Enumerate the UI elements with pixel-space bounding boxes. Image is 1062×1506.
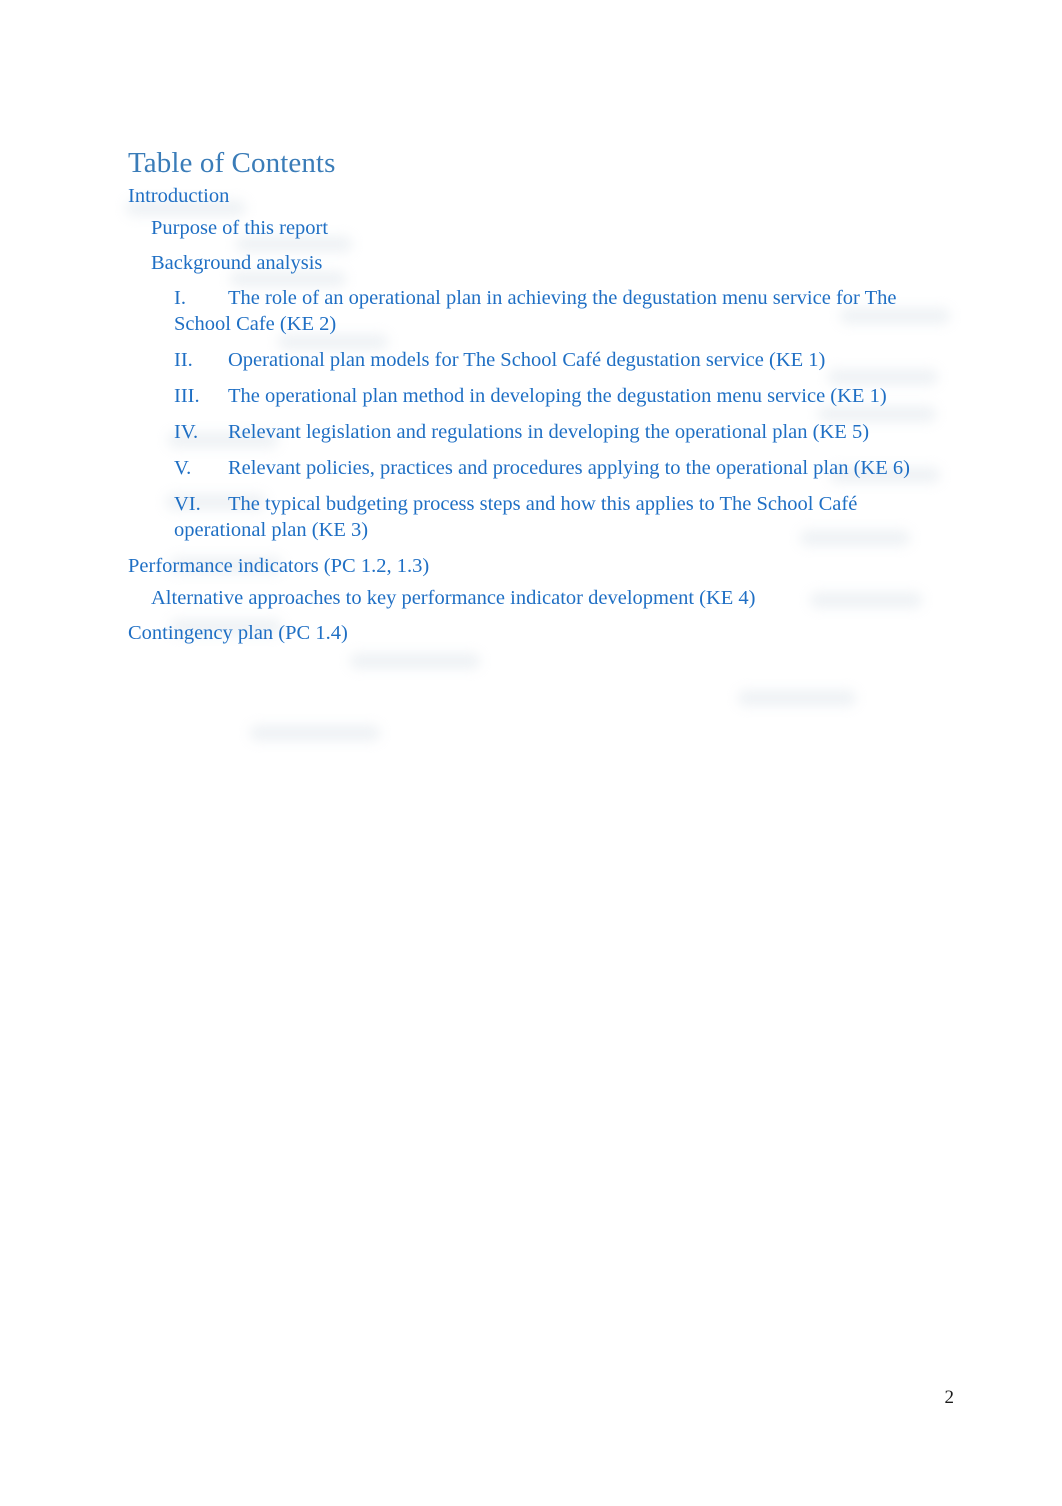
toc-entry-label: The typical budgeting process steps and … (174, 493, 858, 541)
toc-entry-label: Contingency plan (PC 1.4) (128, 622, 348, 644)
toc-entry-label: Alternative approaches to key performanc… (151, 587, 756, 609)
toc-entry-alternative-approaches[interactable]: Alternative approaches to key performanc… (128, 585, 934, 611)
toc-list: Introduction Purpose of this report Back… (128, 183, 934, 646)
toc-entry-number: I. (174, 287, 186, 309)
toc-entry-roman-iv[interactable]: IV. Relevant legislation and regulations … (128, 419, 934, 445)
toc-container: Table of Contents Introduction Purpose o… (128, 146, 934, 652)
toc-entry-background-analysis[interactable]: Background analysis (128, 250, 934, 276)
toc-entry-performance-indicators[interactable]: Performance indicators (PC 1.2, 1.3) (128, 553, 934, 579)
toc-entry-roman-i[interactable]: I. The role of an operational plan in ach… (128, 285, 934, 337)
toc-entry-number: V. (174, 457, 192, 479)
toc-entry-label: Introduction (128, 185, 230, 207)
toc-entry-roman-iii[interactable]: III. The operational plan method in devel… (128, 383, 934, 409)
toc-entry-roman-ii[interactable]: II. Operational plan models for The Schoo… (128, 347, 934, 373)
toc-entry-number: II. (174, 349, 193, 371)
redaction-smudge (250, 725, 380, 741)
toc-entry-roman-v[interactable]: V. Relevant policies, practices and proce… (128, 455, 934, 481)
toc-entry-number: III. (174, 385, 200, 407)
toc-entry-label: Purpose of this report (151, 217, 329, 239)
toc-entry-number: VI. (174, 493, 201, 515)
toc-entry-roman-vi[interactable]: VI. The typical budgeting process steps a… (128, 491, 934, 543)
toc-entry-contingency-plan[interactable]: Contingency plan (PC 1.4) (128, 620, 934, 646)
document-page: Table of Contents Introduction Purpose o… (0, 0, 1062, 1506)
toc-entry-purpose-of-this-report[interactable]: Purpose of this report (128, 215, 934, 241)
toc-entry-introduction[interactable]: Introduction (128, 183, 934, 209)
page-title: Table of Contents (128, 147, 336, 179)
toc-entry-label: Relevant policies, practices and procedu… (228, 457, 910, 479)
toc-entry-label: The operational plan method in developin… (228, 385, 887, 407)
redaction-smudge (738, 690, 856, 706)
toc-entry-number: IV. (174, 421, 199, 443)
page-number: 2 (944, 1387, 955, 1408)
toc-entry-label: Background analysis (151, 252, 323, 274)
toc-entry-label: Performance indicators (PC 1.2, 1.3) (128, 555, 430, 577)
redaction-smudge (350, 653, 480, 669)
toc-entry-label: Operational plan models for The School C… (228, 349, 826, 371)
toc-entry-label: Relevant legislation and regulations in … (228, 421, 870, 443)
toc-entry-label: The role of an operational plan in achie… (174, 287, 897, 335)
